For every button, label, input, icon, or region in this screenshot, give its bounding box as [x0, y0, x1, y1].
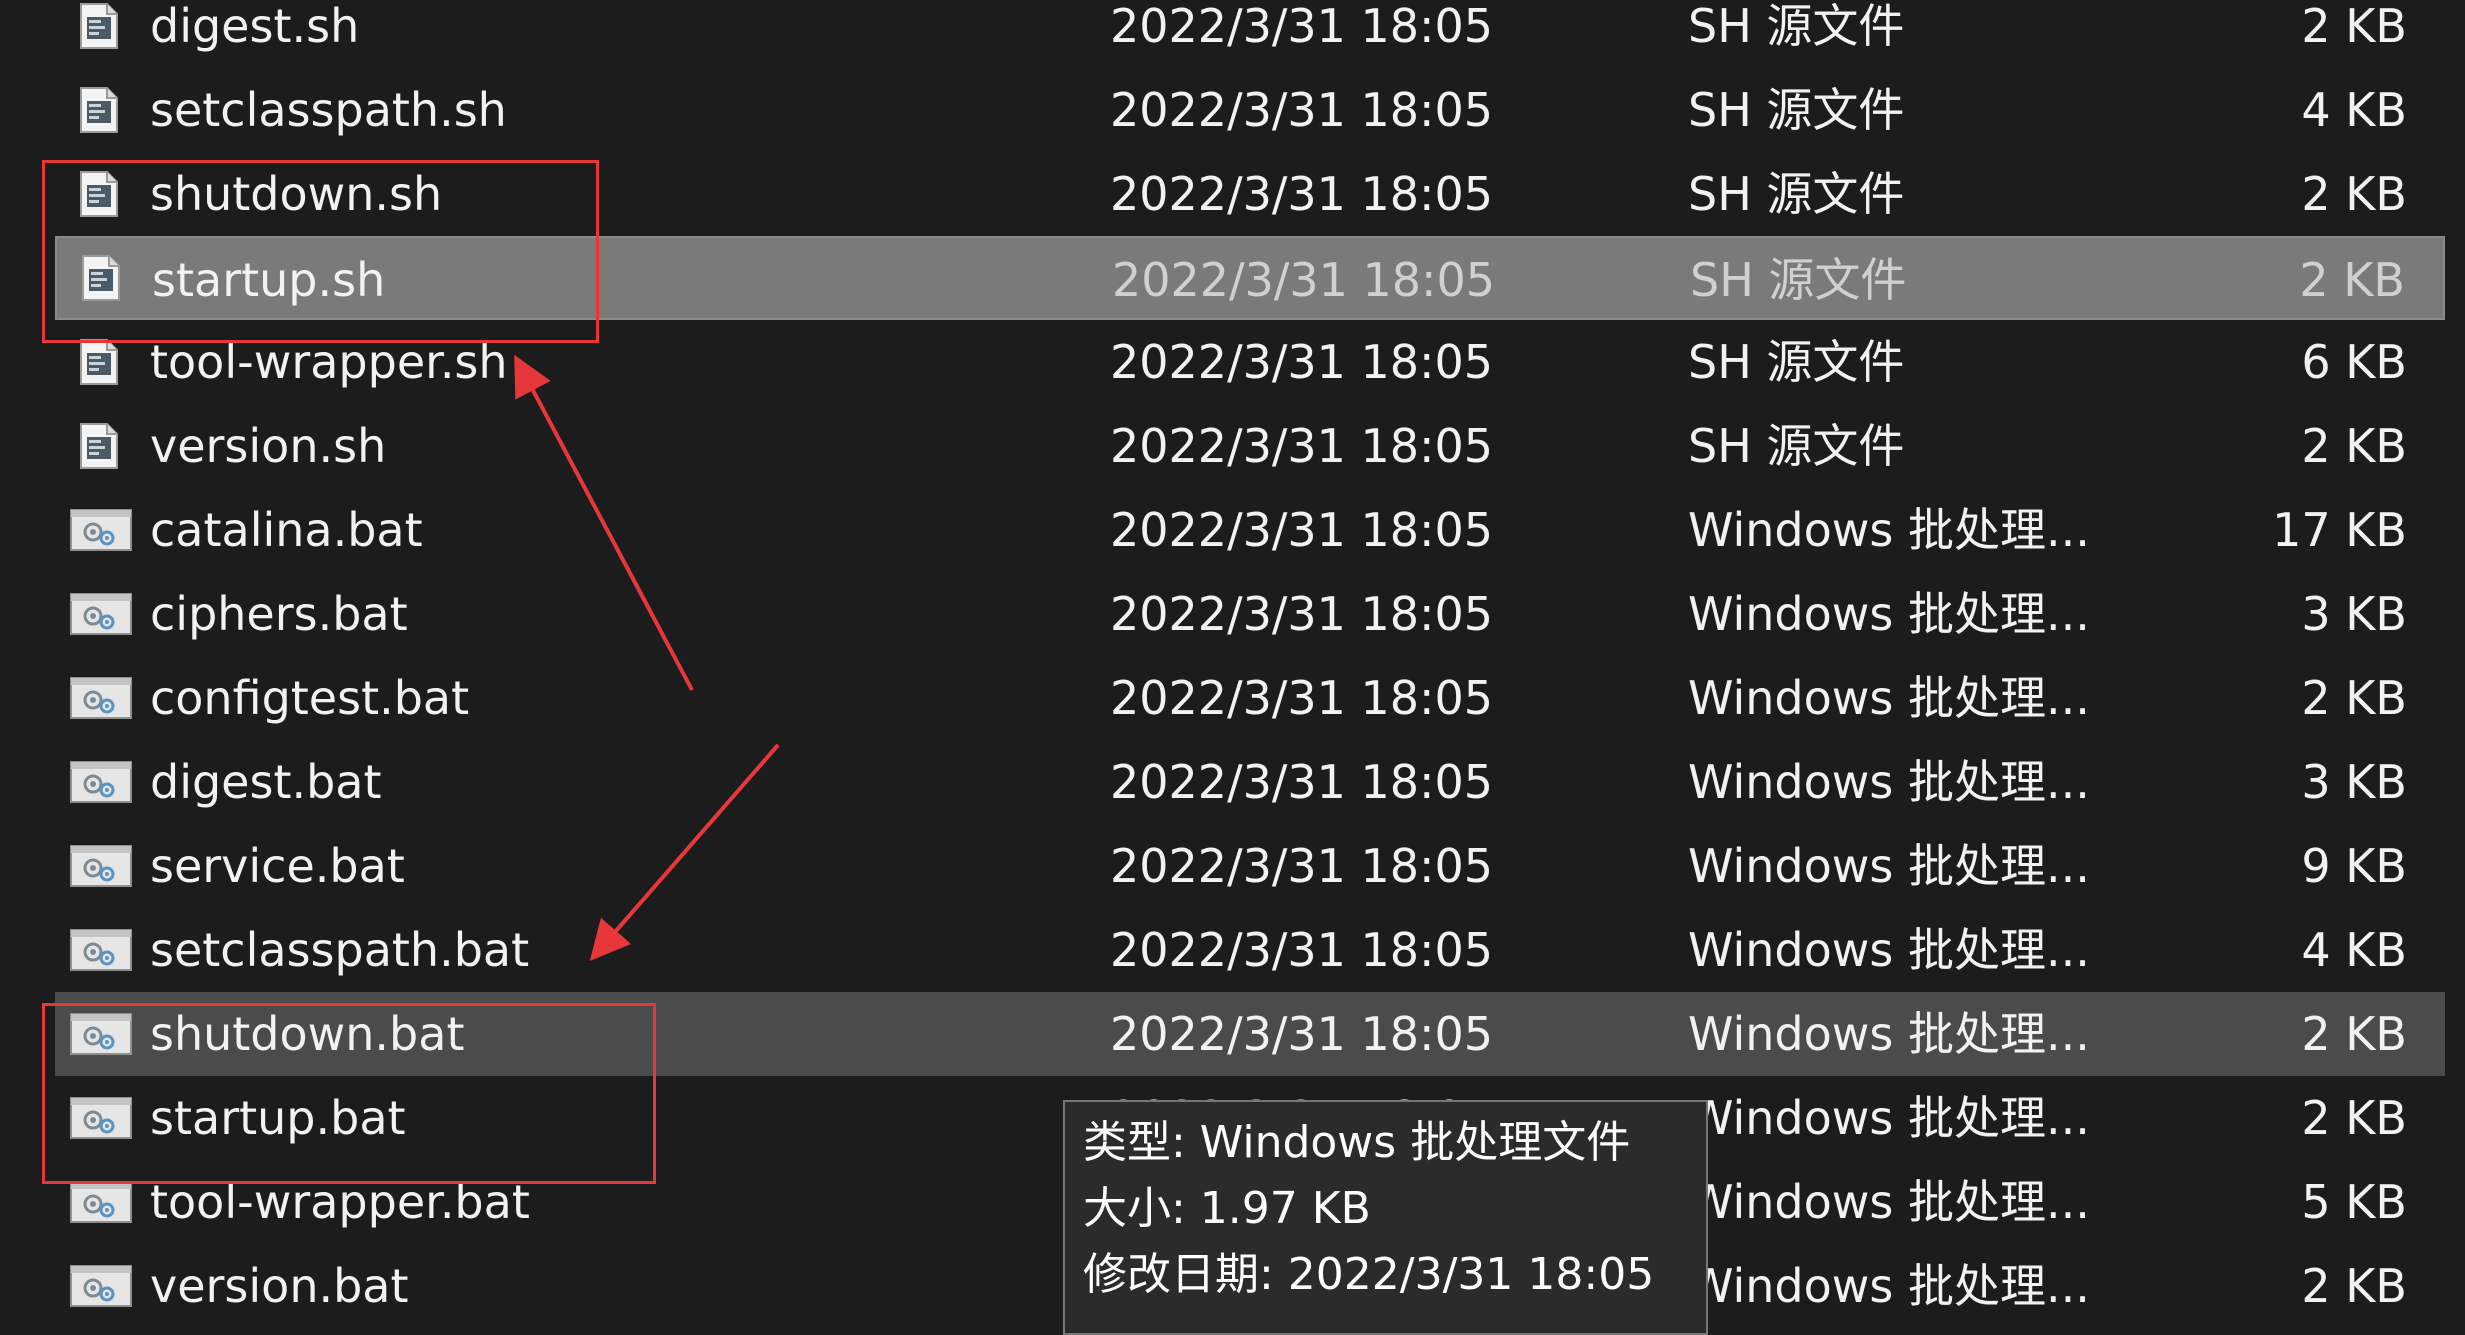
file-type: Windows 批处理... — [1688, 587, 2090, 641]
file-name: digest.bat — [150, 755, 382, 809]
file-modified: 2022/3/31 18:05 — [1110, 755, 1494, 809]
batch-file-icon — [70, 845, 132, 887]
file-size: 3 KB — [2301, 587, 2407, 641]
file-type: Windows 批处理... — [1688, 755, 2090, 809]
file-modified: 2022/3/31 18:05 — [1110, 503, 1494, 557]
batch-file-icon — [70, 509, 132, 551]
file-name: version.sh — [150, 419, 387, 473]
file-type: SH 源文件 — [1688, 83, 1905, 137]
file-row[interactable]: setclasspath.bat 2022/3/31 18:05 Windows 批… — [55, 908, 2445, 992]
file-name: service.bat — [150, 839, 405, 893]
file-type: Windows 批处理... — [1688, 1259, 2090, 1313]
file-size: 2 KB — [2301, 167, 2407, 221]
file-row[interactable]: configtest.bat 2022/3/31 18:05 Windows 批处理… — [55, 656, 2445, 740]
file-row[interactable]: version.sh 2022/3/31 18:05 SH 源文件 2 KB — [55, 404, 2445, 488]
sh-file-icon — [80, 87, 118, 133]
file-size: 17 KB — [2272, 503, 2407, 557]
file-modified: 2022/3/31 18:05 — [1110, 1007, 1494, 1061]
file-type: SH 源文件 — [1688, 419, 1905, 473]
file-type: Windows 批处理... — [1688, 1091, 2090, 1145]
sh-file-icon — [80, 339, 118, 385]
file-tooltip: 类型: Windows 批处理文件 大小: 1.97 KB 修改日期: 2022… — [1063, 1100, 1708, 1335]
file-size: 5 KB — [2301, 1175, 2407, 1229]
file-modified: 2022/3/31 18:05 — [1110, 83, 1494, 137]
file-size: 2 KB — [2301, 1007, 2407, 1061]
file-size: 4 KB — [2301, 923, 2407, 977]
file-modified: 2022/3/31 18:05 — [1110, 167, 1494, 221]
file-name: setclasspath.bat — [150, 923, 530, 977]
sh-file-icon — [80, 423, 118, 469]
batch-file-icon — [70, 1097, 132, 1139]
batch-file-icon — [70, 1013, 132, 1055]
file-modified: 2022/3/31 18:05 — [1110, 0, 1494, 53]
file-row[interactable]: setclasspath.sh 2022/3/31 18:05 SH 源文件 4 KB — [55, 68, 2445, 152]
batch-file-icon — [70, 761, 132, 803]
file-modified: 2022/3/31 18:05 — [1110, 419, 1494, 473]
file-name: digest.sh — [150, 0, 360, 53]
file-size: 2 KB — [2301, 671, 2407, 725]
file-modified: 2022/3/31 18:05 — [1110, 923, 1494, 977]
file-row[interactable]: ciphers.bat 2022/3/31 18:05 Windows 批处理...… — [55, 572, 2445, 656]
file-name: version.bat — [150, 1259, 409, 1313]
file-type: Windows 批处理... — [1688, 1007, 2090, 1061]
batch-file-icon — [70, 929, 132, 971]
file-row[interactable]: catalina.bat 2022/3/31 18:05 Windows 批处理..… — [55, 488, 2445, 572]
file-row[interactable]: service.bat 2022/3/31 18:05 Windows 批处理...… — [55, 824, 2445, 908]
file-type: Windows 批处理... — [1688, 671, 2090, 725]
file-size: 6 KB — [2301, 335, 2407, 389]
file-size: 2 KB — [2301, 1091, 2407, 1145]
batch-file-icon — [70, 593, 132, 635]
tooltip-size: 大小: 1.97 KB — [1083, 1183, 1371, 1234]
file-modified: 2022/3/31 18:05 — [1110, 839, 1494, 893]
file-row[interactable]: tool-wrapper.sh 2022/3/31 18:05 SH 源文件 6 KB — [55, 320, 2445, 404]
tooltip-type: 类型: Windows 批处理文件 — [1083, 1117, 1631, 1168]
file-row[interactable]: shutdown.sh 2022/3/31 18:05 SH 源文件 2 KB — [55, 152, 2445, 236]
file-size: 2 KB — [2301, 1259, 2407, 1313]
file-row[interactable]: shutdown.bat 2022/3/31 18:05 Windows 批处理..… — [55, 992, 2445, 1076]
file-name: tool-wrapper.bat — [150, 1175, 530, 1229]
file-type: SH 源文件 — [1688, 0, 1905, 53]
sh-file-icon — [82, 255, 120, 301]
batch-file-icon — [70, 1265, 132, 1307]
file-size: 3 KB — [2301, 755, 2407, 809]
file-type: Windows 批处理... — [1688, 839, 2090, 893]
file-type: Windows 批处理... — [1688, 503, 2090, 557]
file-modified: 2022/3/31 18:05 — [1110, 587, 1494, 641]
file-size: 9 KB — [2301, 839, 2407, 893]
file-row[interactable]: digest.bat 2022/3/31 18:05 Windows 批处理... 3… — [55, 740, 2445, 824]
sh-file-icon — [80, 3, 118, 49]
file-name: tool-wrapper.sh — [150, 335, 508, 389]
file-name: startup.bat — [150, 1091, 406, 1145]
file-type: SH 源文件 — [1688, 167, 1905, 221]
file-size: 2 KB — [2299, 253, 2405, 307]
tooltip-modified: 修改日期: 2022/3/31 18:05 — [1083, 1249, 1655, 1300]
sh-file-icon — [80, 171, 118, 217]
file-modified: 2022/3/31 18:05 — [1110, 335, 1494, 389]
file-type: SH 源文件 — [1690, 253, 1907, 307]
file-name: catalina.bat — [150, 503, 423, 557]
file-size: 4 KB — [2301, 83, 2407, 137]
batch-file-icon — [70, 677, 132, 719]
file-name: configtest.bat — [150, 671, 470, 725]
batch-file-icon — [70, 1181, 132, 1223]
file-modified: 2022/3/31 18:05 — [1112, 253, 1496, 307]
file-type: Windows 批处理... — [1688, 923, 2090, 977]
file-name: ciphers.bat — [150, 587, 408, 641]
file-row[interactable]: startup.sh 2022/3/31 18:05 SH 源文件 2 KB — [55, 236, 2445, 320]
file-name: startup.sh — [152, 253, 386, 307]
file-type: SH 源文件 — [1688, 335, 1905, 389]
file-name: shutdown.sh — [150, 167, 443, 221]
file-type: Windows 批处理... — [1688, 1175, 2090, 1229]
file-name: shutdown.bat — [150, 1007, 465, 1061]
file-size: 2 KB — [2301, 419, 2407, 473]
file-modified: 2022/3/31 18:05 — [1110, 671, 1494, 725]
file-name: setclasspath.sh — [150, 83, 507, 137]
file-size: 2 KB — [2301, 0, 2407, 53]
file-row[interactable]: digest.sh 2022/3/31 18:05 SH 源文件 2 KB — [55, 0, 2445, 68]
